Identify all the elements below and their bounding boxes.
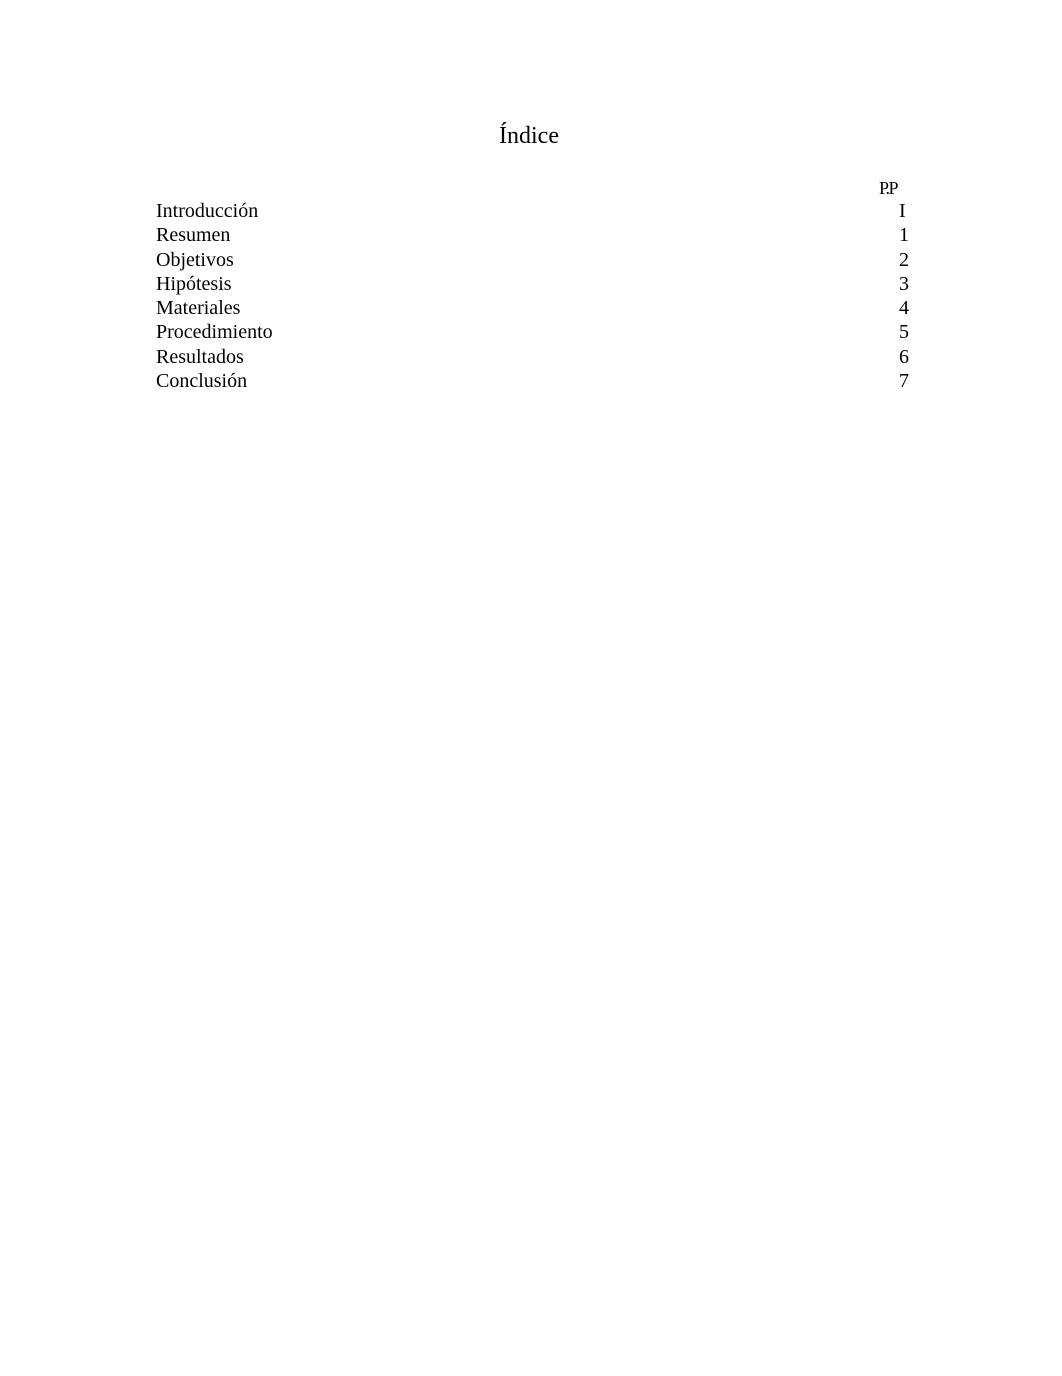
toc-entry-label: Materiales — [156, 297, 241, 320]
toc-entry-label: Objetivos — [156, 248, 234, 271]
toc-entry-label: Resumen — [156, 224, 231, 247]
page-column-header: P.P — [879, 178, 899, 198]
toc-entry-hipotesis: Hipótesis 3 — [156, 272, 910, 296]
toc-entry-page: 3 — [899, 272, 909, 295]
toc-entry-page: 2 — [899, 248, 909, 271]
toc-entry-introduccion: Introducción I — [156, 199, 910, 223]
toc-entry-page: 4 — [899, 297, 909, 320]
toc-entry-procedimiento: Procedimiento 5 — [156, 320, 910, 344]
toc-entry-resultados: Resultados 6 — [156, 345, 910, 369]
toc-entry-page: 5 — [899, 321, 909, 344]
toc-entry-page: 7 — [899, 370, 909, 393]
toc-entry-page: 6 — [899, 345, 909, 368]
toc-entry-materiales: Materiales 4 — [156, 296, 910, 320]
toc-entry-label: Resultados — [156, 345, 244, 368]
toc-entry-objetivos: Objetivos 2 — [156, 248, 910, 272]
toc-entry-conclusion: Conclusión 7 — [156, 369, 910, 393]
document-page: Índice P.P Introducción I Resumen 1 Obje… — [0, 0, 1062, 1376]
toc-entry-resumen: Resumen 1 — [156, 223, 910, 247]
page-title: Índice — [499, 123, 559, 149]
toc-entry-label: Hipótesis — [156, 272, 232, 295]
toc-entry-label: Procedimiento — [156, 321, 273, 344]
toc-entry-label: Introducción — [156, 200, 259, 222]
toc-entry-page: I — [899, 200, 906, 222]
table-of-contents: Introducción I Resumen 1 Objetivos 2 Hip… — [156, 199, 910, 393]
toc-entry-label: Conclusión — [156, 370, 248, 393]
toc-entry-page: 1 — [899, 224, 909, 247]
